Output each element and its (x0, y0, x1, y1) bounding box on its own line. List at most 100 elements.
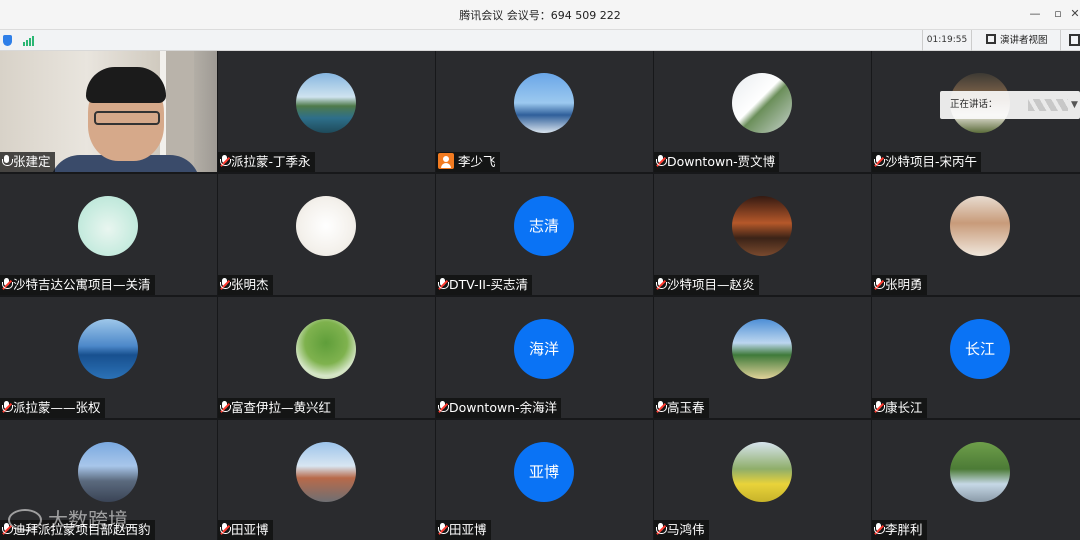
minimize-button[interactable]: — (1027, 5, 1043, 23)
window-title: 腾讯会议 会议号：694 509 222 (459, 9, 621, 22)
participant-name-label: Downtown-余海洋 (436, 398, 562, 418)
participant-name: Downtown-贾文博 (667, 154, 776, 169)
mic-muted-icon (656, 401, 667, 413)
participant-name: 康长江 (885, 400, 923, 415)
participant-name: 张建定 (13, 154, 51, 169)
participant-name: 马鸿伟 (667, 522, 705, 537)
participant-tile[interactable]: 沙特项目—赵炎 (654, 174, 871, 295)
watermark-text: 大数跨境 (48, 508, 128, 532)
avatar (950, 442, 1010, 502)
mic-muted-icon (656, 155, 667, 167)
avatar (732, 196, 792, 256)
participant-tile[interactable]: 亚博田亚博 (436, 420, 653, 540)
participant-name-label: 沙特项目—赵炎 (654, 275, 759, 295)
avatar: 海洋 (514, 319, 574, 379)
chevron-down-icon[interactable]: ▼ (1071, 91, 1078, 119)
participant-name: 李少飞 (458, 154, 496, 169)
participant-name: 沙特项目—赵炎 (667, 277, 755, 292)
mic-muted-icon (220, 401, 231, 413)
speaker-view-label: 演讲者视图 (1000, 35, 1048, 46)
participant-tile[interactable]: 海洋 Downtown-余海洋 (436, 297, 653, 418)
avatar: 亚博 (514, 442, 574, 502)
fullscreen-icon[interactable] (1069, 34, 1080, 46)
host-icon (438, 153, 454, 169)
title-bar: 腾讯会议 会议号：694 509 222 — ▫ ✕ (0, 0, 1080, 30)
participant-name: 张明杰 (231, 277, 269, 292)
mic-muted-icon (438, 523, 449, 535)
participant-name: 沙特项目-宋丙午 (885, 154, 978, 169)
participant-tile[interactable]: 李胖利 (872, 420, 1080, 540)
participant-name-label: 沙特吉达公寓项目—关清 (0, 275, 155, 295)
signal-icon[interactable] (23, 36, 35, 46)
speaker-view-button[interactable]: 演讲者视图 (986, 33, 1048, 48)
participant-name-label: 张明勇 (872, 275, 927, 295)
participant-name-label: 田亚博 (436, 520, 491, 540)
participant-tile[interactable]: 志清 DTV-II-买志清 (436, 174, 653, 295)
participant-tile[interactable]: 沙特吉达公寓项目—关清 (0, 174, 217, 295)
participant-tile[interactable]: 马鸿伟 (654, 420, 871, 540)
participant-tile[interactable]: 长江康长江 (872, 297, 1080, 418)
toolbar-divider (1060, 30, 1061, 51)
participant-name: 田亚博 (449, 522, 487, 537)
speaker-avatars (1028, 99, 1068, 111)
participant-tile[interactable]: 李少飞 (436, 51, 653, 172)
participant-tile[interactable]: 派拉蒙——张权 (0, 297, 217, 418)
avatar (296, 442, 356, 502)
participant-name: DTV-II-买志清 (449, 277, 528, 292)
avatar (296, 319, 356, 379)
speaker-view-icon (986, 34, 996, 44)
participant-name-label: 李少飞 (436, 152, 500, 172)
participant-name-label: 派拉蒙——张权 (0, 398, 105, 418)
participant-tile[interactable]: 张明勇 (872, 174, 1080, 295)
participant-tile[interactable]: Downtown-贾文博 (654, 51, 871, 172)
avatar (514, 73, 574, 133)
watermark-logo (8, 509, 42, 531)
participant-name: 派拉蒙-丁季永 (231, 154, 311, 169)
participant-tile[interactable]: 富查伊拉—黄兴红 (218, 297, 435, 418)
participant-name-label: 田亚博 (218, 520, 273, 540)
elapsed-time: 01:19:55 (922, 30, 972, 51)
close-button[interactable]: ✕ (1067, 5, 1080, 23)
participant-name: 张明勇 (885, 277, 923, 292)
avatar: 志清 (514, 196, 574, 256)
mic-icon (2, 155, 13, 167)
participant-name-label: 张明杰 (218, 275, 273, 295)
mic-muted-icon (220, 278, 231, 290)
mic-muted-icon (874, 155, 885, 167)
participant-name-label: 富查伊拉—黄兴红 (218, 398, 336, 418)
participant-tile[interactable]: 张明杰 (218, 174, 435, 295)
avatar (296, 196, 356, 256)
participant-tile[interactable]: 田亚博 (218, 420, 435, 540)
avatar: 长江 (950, 319, 1010, 379)
participant-name-label: 派拉蒙-丁季永 (218, 152, 315, 172)
mic-muted-icon (220, 155, 231, 167)
avatar (950, 196, 1010, 256)
avatar (732, 319, 792, 379)
participant-tile[interactable]: 张建定 (0, 51, 217, 172)
participant-tile[interactable]: 高玉春 (654, 297, 871, 418)
avatar (732, 442, 792, 502)
participant-name: 李胖利 (885, 522, 923, 537)
participant-name: 高玉春 (667, 400, 705, 415)
speaking-label: 正在讲话： (950, 99, 998, 110)
mic-muted-icon (438, 401, 449, 413)
participant-tile[interactable]: 派拉蒙-丁季永 (218, 51, 435, 172)
participant-name: 派拉蒙——张权 (13, 400, 101, 415)
participant-name: 田亚博 (231, 522, 269, 537)
participant-name-label: DTV-II-买志清 (436, 275, 532, 295)
watermark: 大数跨境 (8, 504, 128, 533)
mic-muted-icon (656, 278, 667, 290)
participant-name-label: 沙特项目-宋丙午 (872, 152, 982, 172)
mic-muted-icon (874, 523, 885, 535)
restore-button[interactable]: ▫ (1050, 5, 1066, 23)
mic-muted-icon (220, 523, 231, 535)
participant-name-label: 马鸿伟 (654, 520, 709, 540)
shield-icon[interactable] (3, 35, 12, 46)
meeting-toolbar: 01:19:55 演讲者视图 (0, 30, 1080, 51)
participant-name: Downtown-余海洋 (449, 400, 558, 415)
avatar (78, 319, 138, 379)
participant-name-label: 高玉春 (654, 398, 709, 418)
participant-name: 沙特吉达公寓项目—关清 (13, 277, 151, 292)
mic-muted-icon (874, 278, 885, 290)
mic-muted-icon (874, 401, 885, 413)
